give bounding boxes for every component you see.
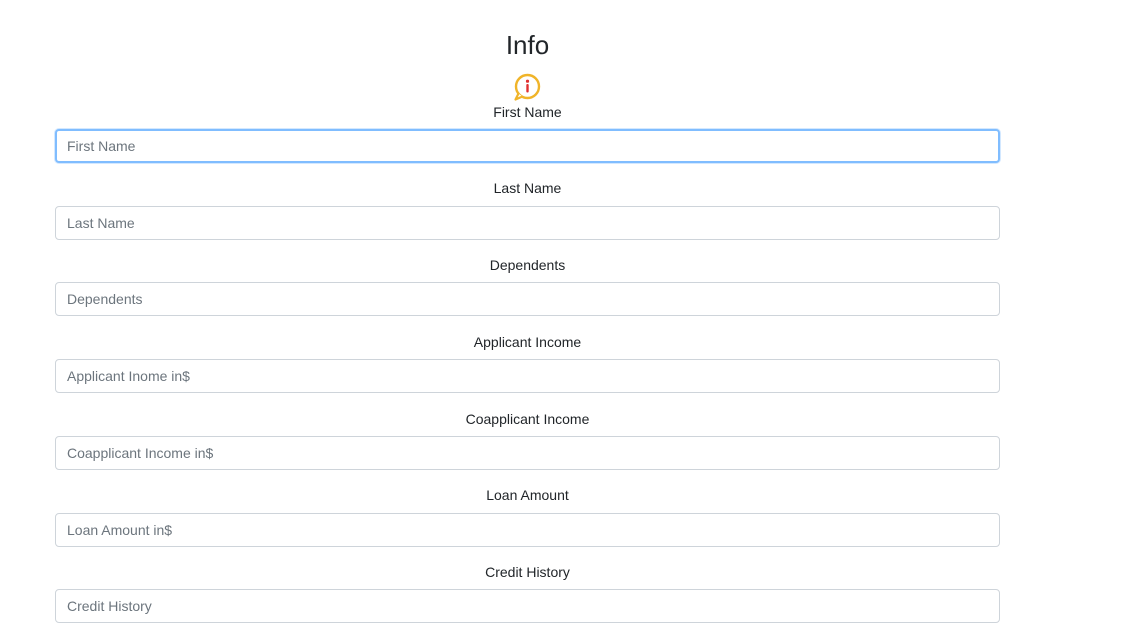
info-bubble-icon xyxy=(514,73,541,101)
page-title: Info xyxy=(505,30,550,60)
first-name-label: First Name xyxy=(493,104,562,120)
applicant-income-input[interactable] xyxy=(55,359,1000,393)
dependents-label: Dependents xyxy=(489,257,566,273)
loan-amount-input[interactable] xyxy=(55,513,1000,547)
coapplicant-income-label: Coapplicant Income xyxy=(465,411,590,427)
last-name-label: Last Name xyxy=(493,180,562,196)
credit-history-input[interactable] xyxy=(55,589,1000,623)
coapplicant-income-input[interactable] xyxy=(55,436,1000,470)
last-name-input[interactable] xyxy=(55,206,1000,240)
info-form-page: Info First Name Last Name Dependents App… xyxy=(0,0,1129,625)
credit-history-label: Credit History xyxy=(485,564,570,580)
first-name-input[interactable] xyxy=(55,129,1000,163)
loan-amount-label: Loan Amount xyxy=(486,487,569,503)
dependents-input[interactable] xyxy=(55,282,1000,316)
applicant-income-label: Applicant Income xyxy=(473,334,582,350)
